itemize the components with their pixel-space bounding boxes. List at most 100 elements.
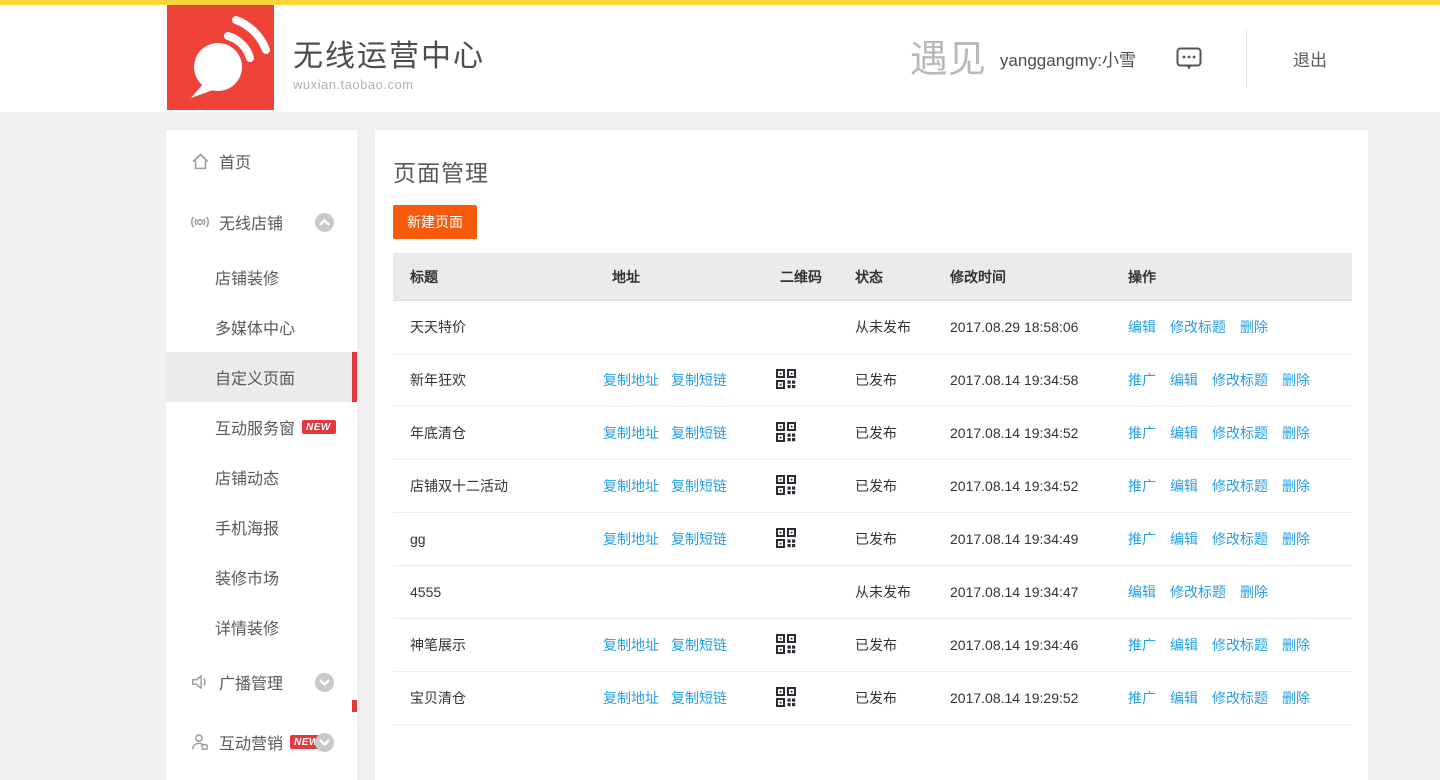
qr-code-icon[interactable] [775, 421, 797, 443]
rename-link[interactable]: 修改标题 [1212, 637, 1268, 653]
copy-shortlink-link[interactable]: 复制短链 [671, 372, 727, 388]
sidebar-item-shop-feed[interactable]: 店铺动态 [166, 452, 357, 502]
status-cell: 从未发布 [840, 317, 935, 337]
column-header: 修改时间 [935, 267, 1113, 287]
edit-link[interactable]: 编辑 [1170, 531, 1198, 547]
qr-code-icon[interactable] [775, 368, 797, 390]
table-body: 天天特价从未发布2017.08.29 18:58:06编辑修改标题删除新年狂欢复… [393, 301, 1352, 725]
delete-link[interactable]: 删除 [1282, 372, 1310, 388]
page-title-cell: gg [393, 531, 595, 547]
delete-link[interactable]: 删除 [1282, 690, 1310, 706]
qr-cell [770, 633, 840, 658]
edit-link[interactable]: 编辑 [1128, 584, 1156, 600]
sidebar-item-broadcast-management[interactable]: 广播管理 [166, 652, 357, 712]
logout-button[interactable]: 退出 [1293, 46, 1327, 71]
new-page-button[interactable]: 新建页面 [393, 205, 477, 239]
app-logo[interactable] [167, 5, 274, 110]
app-header: 无线运营中心 wuxian.taobao.com 遇见 yanggangmy:小… [0, 5, 1440, 112]
promote-link[interactable]: 推广 [1128, 690, 1156, 706]
broadcast-icon [190, 212, 210, 232]
rename-link[interactable]: 修改标题 [1212, 372, 1268, 388]
qr-cell [770, 527, 840, 552]
avatar-script-text: 遇见 [910, 40, 986, 78]
rename-link[interactable]: 修改标题 [1170, 319, 1226, 335]
copy-address-link[interactable]: 复制地址 [603, 425, 659, 441]
qr-cell [770, 686, 840, 711]
status-cell: 已发布 [840, 370, 935, 390]
actions-cell: 推广编辑修改标题删除 [1113, 476, 1352, 496]
delete-link[interactable]: 删除 [1240, 319, 1268, 335]
modified-time-cell: 2017.08.14 19:34:46 [935, 637, 1113, 653]
status-cell: 已发布 [840, 688, 935, 708]
delete-link[interactable]: 删除 [1282, 425, 1310, 441]
edit-link[interactable]: 编辑 [1170, 690, 1198, 706]
copy-shortlink-link[interactable]: 复制短链 [671, 690, 727, 706]
table-row: 宝贝清仓复制地址复制短链 已发布2017.08.14 19:29:52推广编辑修… [393, 672, 1352, 725]
sidebar-item-media-center[interactable]: 多媒体中心 [166, 302, 357, 352]
edit-link[interactable]: 编辑 [1170, 425, 1198, 441]
promote-link[interactable]: 推广 [1128, 478, 1156, 494]
modified-time-cell: 2017.08.14 19:34:52 [935, 478, 1113, 494]
sidebar-item-wireless-shop[interactable]: 无线店铺 [166, 192, 357, 252]
qr-code-icon[interactable] [775, 474, 797, 496]
chevron-down-icon[interactable] [315, 733, 334, 752]
rename-link[interactable]: 修改标题 [1170, 584, 1226, 600]
rename-link[interactable]: 修改标题 [1212, 425, 1268, 441]
rename-link[interactable]: 修改标题 [1212, 690, 1268, 706]
edit-link[interactable]: 编辑 [1128, 319, 1156, 335]
chevron-up-icon[interactable] [315, 213, 334, 232]
main-panel: 页面管理 新建页面 标题地址二维码状态修改时间操作 天天特价从未发布2017.0… [375, 130, 1368, 780]
edit-link[interactable]: 编辑 [1170, 372, 1198, 388]
copy-address-link[interactable]: 复制地址 [603, 372, 659, 388]
page-title-cell: 4555 [393, 584, 595, 600]
new-badge: NEW [302, 420, 336, 434]
page-title: 页面管理 [393, 154, 1352, 188]
sidebar-item-custom-pages[interactable]: 自定义页面 [166, 352, 357, 402]
message-icon[interactable] [1176, 47, 1202, 71]
copy-shortlink-link[interactable]: 复制短链 [671, 425, 727, 441]
address-cell: 复制地址复制短链 [595, 529, 770, 549]
page-title-cell: 年底清仓 [393, 423, 595, 443]
qr-code-icon[interactable] [775, 686, 797, 708]
table-row: gg复制地址复制短链 已发布2017.08.14 19:34:49推广编辑修改标… [393, 513, 1352, 566]
chevron-down-icon[interactable] [315, 673, 334, 692]
page-title-cell: 店铺双十二活动 [393, 476, 595, 496]
rename-link[interactable]: 修改标题 [1212, 531, 1268, 547]
copy-address-link[interactable]: 复制地址 [603, 478, 659, 494]
header-divider [1246, 30, 1247, 88]
sidebar-item-decoration-market[interactable]: 装修市场 [166, 552, 357, 602]
copy-shortlink-link[interactable]: 复制短链 [671, 637, 727, 653]
delete-link[interactable]: 删除 [1240, 584, 1268, 600]
copy-address-link[interactable]: 复制地址 [603, 690, 659, 706]
sidebar-item-mobile-poster[interactable]: 手机海报 [166, 502, 357, 552]
promote-link[interactable]: 推广 [1128, 637, 1156, 653]
table-row: 天天特价从未发布2017.08.29 18:58:06编辑修改标题删除 [393, 301, 1352, 354]
delete-link[interactable]: 删除 [1282, 637, 1310, 653]
actions-cell: 推广编辑修改标题删除 [1113, 635, 1352, 655]
sidebar-item-label: 首页 [219, 149, 251, 173]
column-header: 标题 [393, 267, 595, 287]
copy-shortlink-link[interactable]: 复制短链 [671, 531, 727, 547]
column-header: 二维码 [770, 267, 840, 287]
copy-shortlink-link[interactable]: 复制短链 [671, 478, 727, 494]
qr-code-icon[interactable] [775, 633, 797, 655]
delete-link[interactable]: 删除 [1282, 531, 1310, 547]
promote-link[interactable]: 推广 [1128, 425, 1156, 441]
speaker-icon [190, 672, 210, 692]
qr-code-icon[interactable] [775, 527, 797, 549]
rename-link[interactable]: 修改标题 [1212, 478, 1268, 494]
sidebar-item-label: 店铺动态 [215, 465, 279, 489]
sidebar-item-interactive-marketing[interactable]: 互动营销 NEW [166, 712, 357, 772]
promote-link[interactable]: 推广 [1128, 372, 1156, 388]
sidebar-item-home[interactable]: 首页 [166, 130, 357, 192]
edit-link[interactable]: 编辑 [1170, 478, 1198, 494]
copy-address-link[interactable]: 复制地址 [603, 531, 659, 547]
address-cell: 复制地址复制短链 [595, 476, 770, 496]
edit-link[interactable]: 编辑 [1170, 637, 1198, 653]
sidebar-item-detail-decoration[interactable]: 详情装修 [166, 602, 357, 652]
sidebar-item-shop-decoration[interactable]: 店铺装修 [166, 252, 357, 302]
delete-link[interactable]: 删除 [1282, 478, 1310, 494]
promote-link[interactable]: 推广 [1128, 531, 1156, 547]
sidebar-item-service-window[interactable]: 互动服务窗 NEW [166, 402, 357, 452]
copy-address-link[interactable]: 复制地址 [603, 637, 659, 653]
